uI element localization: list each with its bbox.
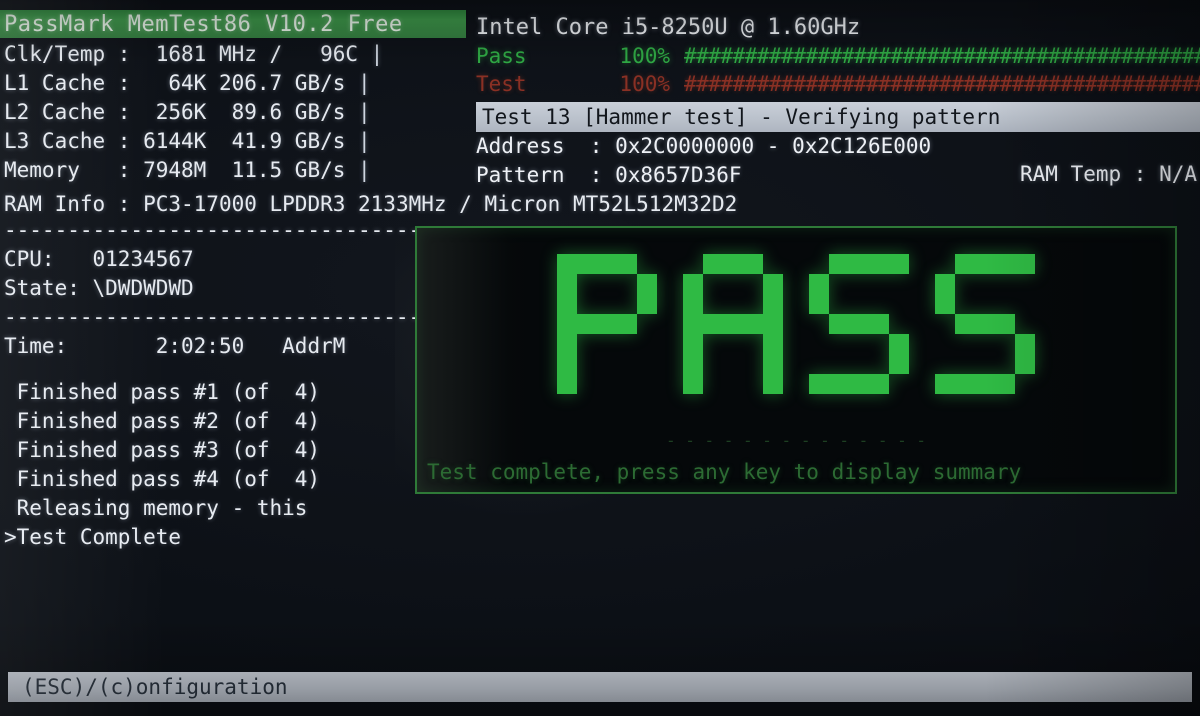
test-progress-label: Test — [476, 72, 527, 96]
cpu-row: CPU: 01234567 — [4, 245, 412, 274]
cpu-state-panel: ----------------------------------- CPU:… — [4, 216, 447, 361]
pass-progress-percent: 100% — [619, 44, 670, 68]
app-title-bar: PassMark MemTest86 V10.2 Free — [0, 10, 466, 38]
info-row-l3-cache: L3 Cache : 6144K 41.9 GB/s | — [4, 127, 383, 156]
log-line: Releasing memory - this — [4, 496, 308, 520]
info-row-l1-cache: L1 Cache : 64K 206.7 GB/s | — [4, 69, 383, 98]
verdict-letter-p — [557, 254, 657, 394]
info-label-memory: Memory : — [4, 158, 131, 182]
pass-progress-hashes: ########################################… — [684, 44, 1200, 68]
result-verdict — [417, 254, 1175, 394]
result-box: - - - - - - - - - - - - - - Test complet… — [415, 226, 1177, 494]
address-label: Address : — [476, 134, 616, 158]
column-divider: | — [358, 129, 371, 153]
state-label: State: — [4, 276, 93, 300]
current-test-line: Test 13 [Hammer test] - Verifying patter… — [476, 102, 1200, 132]
ram-temp-label: RAM Temp : — [1020, 162, 1160, 186]
ram-info-label: RAM Info : — [4, 192, 131, 216]
cpu-value: 01234567 — [92, 247, 194, 271]
info-label-l3-cache: L3 Cache : — [4, 129, 131, 153]
log-line: Finished pass #2 (of 4) — [4, 409, 321, 433]
time-label: Time: — [4, 334, 131, 358]
result-box-dashes: - - - - - - - - - - - - - - — [665, 431, 927, 450]
info-label-l1-cache: L1 Cache : — [4, 71, 131, 95]
test-progress-bar: Test 100% ##############################… — [476, 70, 1200, 98]
ram-temp-value: N/A — [1159, 162, 1198, 186]
memtest-screen: PassMark MemTest86 V10.2 Free Clk/Temp :… — [0, 0, 1200, 716]
address-row: Address : 0x2C0000000 - 0x2C126E000 — [476, 132, 1200, 161]
info-value-l1-cache: 64K 206.7 GB/s — [130, 71, 346, 95]
info-row-l2-cache: L2 Cache : 256K 89.6 GB/s | — [4, 98, 383, 127]
log-line-test-complete: >Test Complete — [4, 525, 182, 549]
pattern-value: 0x8657D36F — [615, 163, 742, 187]
column-divider: | — [358, 71, 371, 95]
address-value: 0x2C0000000 - 0x2C126E000 — [615, 134, 932, 158]
system-info-panel: Clk/Temp : 1681 MHz / 96C | L1 Cache : 6… — [4, 40, 383, 185]
pass-progress-bar: Pass 100% ##############################… — [476, 42, 1200, 70]
time-row: Time: 2:02:50 AddrM — [4, 332, 412, 361]
separator-top: ----------------------------------- — [4, 218, 447, 242]
state-value: \DWDWDWD — [92, 276, 194, 300]
log-line: Finished pass #3 (of 4) — [4, 438, 321, 462]
ram-info-value: PC3-17000 LPDDR3 2133MHz / Micron MT52L5… — [130, 192, 738, 216]
log-line: Finished pass #1 (of 4) — [4, 380, 321, 404]
test-progress-hashes: ########################################… — [684, 72, 1200, 96]
ram-info-row: RAM Info : PC3-17000 LPDDR3 2133MHz / Mi… — [4, 190, 737, 218]
bottom-status-bar[interactable]: (ESC)/(c)onfiguration — [8, 672, 1192, 702]
column-divider: | — [370, 42, 384, 66]
column-divider: | — [358, 158, 371, 182]
log-line: Finished pass #4 (of 4) — [4, 467, 321, 491]
info-value-l3-cache: 6144K 41.9 GB/s — [130, 129, 346, 153]
pattern-label: Pattern : — [476, 163, 616, 187]
verdict-letter-s — [935, 254, 1035, 394]
addr-mode-label: AddrM — [244, 334, 346, 358]
info-value-clk-temp: 1681 MHz / 96C — [130, 42, 359, 66]
verdict-letter-a — [683, 254, 783, 394]
pass-progress-label: Pass — [476, 44, 527, 68]
separator-mid: ----------------------------------- — [4, 305, 447, 329]
time-value: 2:02:50 — [130, 334, 245, 358]
info-label-l2-cache: L2 Cache : — [4, 100, 131, 124]
info-value-memory: 7948M 11.5 GB/s — [130, 158, 346, 182]
cpu-model-label: Intel Core i5-8250U @ 1.60GHz — [476, 15, 861, 40]
info-label-clk-temp: Clk/Temp : — [4, 42, 131, 66]
result-message: Test complete, press any key to display … — [427, 460, 1022, 484]
column-divider: | — [358, 100, 371, 124]
app-title: PassMark MemTest86 V10.2 Free — [4, 11, 403, 37]
info-row-memory: Memory : 7948M 11.5 GB/s | — [4, 156, 383, 185]
state-row: State: \DWDWDWD — [4, 274, 412, 303]
ram-temp-row: RAM Temp : N/A — [1020, 162, 1197, 186]
test-progress-percent: 100% — [619, 72, 670, 96]
cpu-label: CPU: — [4, 247, 93, 271]
pass-log-panel: Finished pass #1 (of 4) Finished pass #2… — [4, 378, 320, 552]
info-row-clk-temp: Clk/Temp : 1681 MHz / 96C | — [4, 40, 383, 69]
verdict-letter-s — [809, 254, 909, 394]
info-value-l2-cache: 256K 89.6 GB/s — [130, 100, 346, 124]
